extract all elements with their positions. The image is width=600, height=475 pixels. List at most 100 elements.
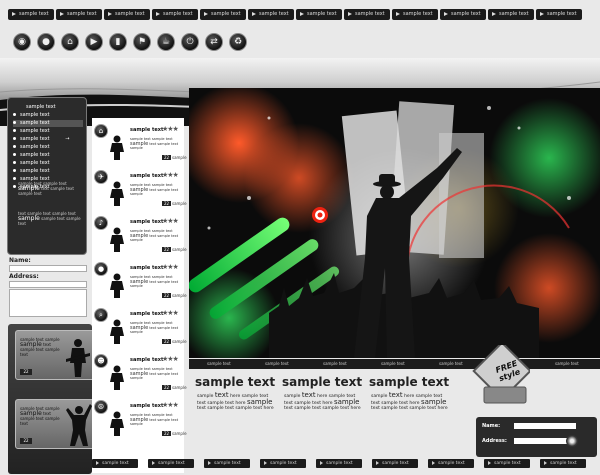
- bottom-nav-item[interactable]: sample text: [428, 459, 474, 468]
- list-item[interactable]: ⌕ sample text ★★★ sample text sample text s…: [92, 306, 187, 349]
- arrows-icon[interactable]: ⇄: [205, 33, 223, 51]
- bullet-icon: [13, 129, 16, 132]
- side-menu-item[interactable]: sample text: [13, 120, 83, 127]
- promo-number: 22: [20, 438, 32, 444]
- strip-item[interactable]: sample text: [439, 361, 463, 366]
- list-item-text: sample text sample text sample text samp…: [130, 413, 182, 427]
- side-menu-item[interactable]: sample text: [13, 152, 83, 159]
- eye-icon[interactable]: ◉: [13, 33, 31, 51]
- strip-item[interactable]: sample text: [207, 361, 231, 366]
- rating-stars: ★★★: [162, 171, 179, 179]
- side-menu-label: sample text: [20, 112, 50, 118]
- side-menu-item[interactable]: sample text: [13, 160, 83, 167]
- side-paragraph: sample text sample text sample text samp…: [18, 181, 84, 196]
- column-text: text sample text here: [197, 400, 246, 406]
- flag-icon[interactable]: ⚑: [133, 33, 151, 51]
- power-icon[interactable]: ⏻: [181, 33, 199, 51]
- side-menu-item[interactable]: sample text: [13, 168, 83, 175]
- bottom-nav-label: sample text: [102, 461, 129, 466]
- list-item-title: sample text: [130, 127, 164, 133]
- side-menu-item[interactable]: sample text: [13, 112, 83, 119]
- list-silhouette: [110, 181, 124, 206]
- list-more-link[interactable]: sample: [172, 247, 187, 252]
- rating-stars: ★★★: [162, 263, 179, 271]
- bottom-nav-label: sample text: [382, 461, 409, 466]
- bottom-nav-label: sample text: [550, 461, 577, 466]
- arrow-icon: [432, 460, 435, 465]
- strip-item[interactable]: sample text: [555, 361, 579, 366]
- bullet-icon: [13, 113, 16, 116]
- strip-item[interactable]: sample text: [323, 361, 347, 366]
- bar-chart-icon[interactable]: ▮: [109, 33, 127, 51]
- knob-icon[interactable]: [566, 435, 578, 447]
- list-item[interactable]: ☮ sample text ★★★ sample text sample text s…: [92, 398, 187, 441]
- list-item-title: sample text: [130, 219, 164, 225]
- comment-field[interactable]: [9, 289, 87, 317]
- name-field[interactable]: [9, 265, 87, 272]
- side-menu-label: sample text: [20, 120, 50, 126]
- list-item-text: sample text sample text sample text samp…: [130, 229, 182, 243]
- list-more-link[interactable]: sample: [172, 431, 187, 436]
- promo-card[interactable]: sample text sample sample text sample te…: [15, 330, 95, 380]
- column-text: text sample text sample text here: [197, 406, 274, 411]
- list-item-number: 22: [162, 247, 172, 252]
- bottom-nav-item[interactable]: sample text: [204, 459, 250, 468]
- list-more-link[interactable]: sample: [172, 385, 187, 390]
- column-text: sample: [247, 397, 273, 406]
- list-item[interactable]: ☻ sample text ★★★ sample text sample text s…: [92, 352, 187, 395]
- list-item[interactable]: ⌂ sample text ★★★ sample text sample text s…: [92, 122, 187, 165]
- dancer-silhouette: [66, 404, 92, 446]
- side-menu-item[interactable]: sample text →: [13, 136, 83, 143]
- name-label: Name:: [9, 257, 31, 264]
- bullet-icon: [13, 153, 16, 156]
- list-silhouette: [110, 411, 124, 436]
- bullet-icon: [13, 177, 16, 180]
- side-menu-item[interactable]: sample text: [13, 128, 83, 135]
- address-field[interactable]: [9, 281, 87, 288]
- bottom-nav-item[interactable]: sample text: [92, 459, 138, 468]
- list-more-link[interactable]: sample: [172, 293, 187, 298]
- bottom-nav-item[interactable]: sample text: [260, 459, 306, 468]
- bullet-icon: [13, 161, 16, 164]
- column-title: sample text: [282, 375, 363, 389]
- bottom-nav-item[interactable]: sample text: [540, 459, 586, 468]
- promo-card[interactable]: sample text sample sample text sample te…: [15, 399, 95, 449]
- bottom-nav-item[interactable]: sample text: [372, 459, 418, 468]
- side-menu-label: sample text: [20, 128, 50, 134]
- bottom-nav-item[interactable]: sample text: [484, 459, 530, 468]
- bottom-nav-item[interactable]: sample text: [316, 459, 362, 468]
- content-strip: sample text sample text sample text sample …: [189, 359, 600, 369]
- rating-stars: ★★★: [162, 401, 179, 409]
- list-more-link[interactable]: sample: [172, 155, 187, 160]
- list-item-number: 22: [162, 201, 172, 206]
- list-item[interactable]: ● sample text ★★★ sample text sample text s…: [92, 260, 187, 303]
- bottom-nav-label: sample text: [270, 461, 297, 466]
- side-menu-label: sample text: [20, 160, 50, 166]
- side-menu-item[interactable]: sample text: [13, 144, 83, 151]
- cup-icon[interactable]: ☕: [157, 33, 175, 51]
- column-text: sample: [421, 397, 447, 406]
- column-text: text: [301, 391, 316, 399]
- list-item-text: sample text sample text sample text samp…: [130, 183, 182, 197]
- br-name-field[interactable]: [514, 423, 576, 429]
- column-text: sample: [371, 394, 388, 399]
- column-text: text: [214, 391, 229, 399]
- list-item[interactable]: ♪ sample text ★★★ sample text sample text s…: [92, 214, 187, 257]
- play-icon[interactable]: ▶: [85, 33, 103, 51]
- rating-stars: ★★★: [162, 355, 179, 363]
- side-menu-label: sample text: [20, 136, 50, 142]
- list-item[interactable]: ✈ sample text ★★★ sample text sample text s…: [92, 168, 187, 211]
- list-item-number: 22: [162, 385, 172, 390]
- strip-item[interactable]: sample text: [381, 361, 405, 366]
- bottom-nav-label: sample text: [214, 461, 241, 466]
- home-icon[interactable]: ⌂: [61, 33, 79, 51]
- list-more-link[interactable]: sample: [172, 339, 187, 344]
- chat-bubble-icon[interactable]: ●: [37, 33, 55, 51]
- recycle-icon[interactable]: ♻: [229, 33, 247, 51]
- strip-item[interactable]: sample text: [265, 361, 289, 366]
- bullet-icon: [13, 145, 16, 148]
- rating-stars: ★★★: [162, 217, 179, 225]
- list-item-text: sample text sample text sample text samp…: [130, 321, 182, 335]
- list-more-link[interactable]: sample: [172, 201, 187, 206]
- bottom-nav-item[interactable]: sample text: [148, 459, 194, 468]
